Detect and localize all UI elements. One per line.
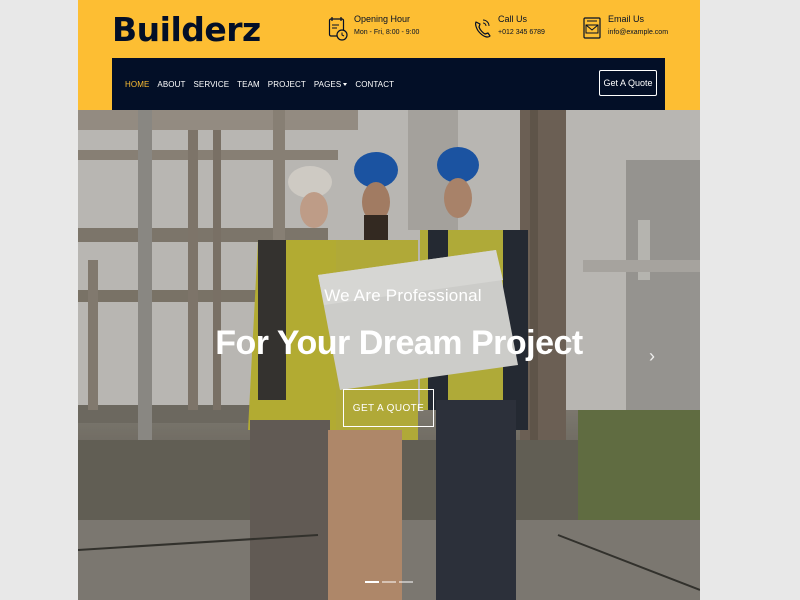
email-us-info: Email Us info@example.com <box>582 14 668 42</box>
call-us-value[interactable]: +012 345 6789 <box>498 29 545 36</box>
hero-carousel: We Are Professional For Your Dream Proje… <box>78 110 700 600</box>
carousel-indicator-3[interactable] <box>399 581 413 583</box>
nav-item-pages-dropdown[interactable]: PAGES <box>313 79 348 89</box>
opening-hours-value: Mon - Fri, 8:00 - 9:00 <box>354 29 420 36</box>
hero-title: For Your Dream Project <box>215 324 583 362</box>
opening-hours-info: Opening Hour Mon - Fri, 8:00 - 9:00 <box>328 14 419 42</box>
nav-item-about[interactable]: ABOUT <box>157 80 185 89</box>
call-us-title: Call Us <box>498 14 528 24</box>
caret-down-icon <box>343 82 348 86</box>
hero-subtitle: We Are Professional <box>324 286 482 305</box>
opening-hours-title: Opening Hour <box>354 14 411 24</box>
clock-calendar-icon <box>328 16 348 42</box>
nav-item-service[interactable]: SERVICE <box>193 80 229 89</box>
nav-links: HOME ABOUT SERVICE TEAM PROJECT PAGES CO… <box>125 58 402 110</box>
hero-get-a-quote-button[interactable]: GET A QUOTE <box>343 389 434 427</box>
carousel-indicator-1[interactable] <box>365 581 379 583</box>
call-us-info: Call Us +012 345 6789 <box>472 14 545 42</box>
phone-icon <box>472 16 492 42</box>
main-navbar: HOME ABOUT SERVICE TEAM PROJECT PAGES CO… <box>112 58 665 110</box>
nav-item-contact[interactable]: CONTACT <box>355 80 394 89</box>
brand-logo[interactable]: Builderz <box>112 10 261 49</box>
carousel-indicator-2[interactable] <box>382 581 396 583</box>
top-bar: Builderz Opening Hour Mon - Fri, 8:00 - … <box>78 0 700 110</box>
page: Builderz Opening Hour Mon - Fri, 8:00 - … <box>78 0 700 600</box>
carousel-indicators <box>365 581 416 583</box>
nav-item-home[interactable]: HOME <box>125 80 149 89</box>
email-us-title: Email Us <box>608 14 645 24</box>
nav-item-pages-label: PAGES <box>313 79 342 89</box>
chevron-right-icon[interactable]: › <box>649 346 655 367</box>
get-a-quote-button[interactable]: Get A Quote <box>599 70 657 96</box>
nav-item-project[interactable]: PROJECT <box>268 80 306 89</box>
email-us-value[interactable]: info@example.com <box>608 29 668 36</box>
nav-item-team[interactable]: TEAM <box>237 80 260 89</box>
email-icon <box>582 16 602 42</box>
